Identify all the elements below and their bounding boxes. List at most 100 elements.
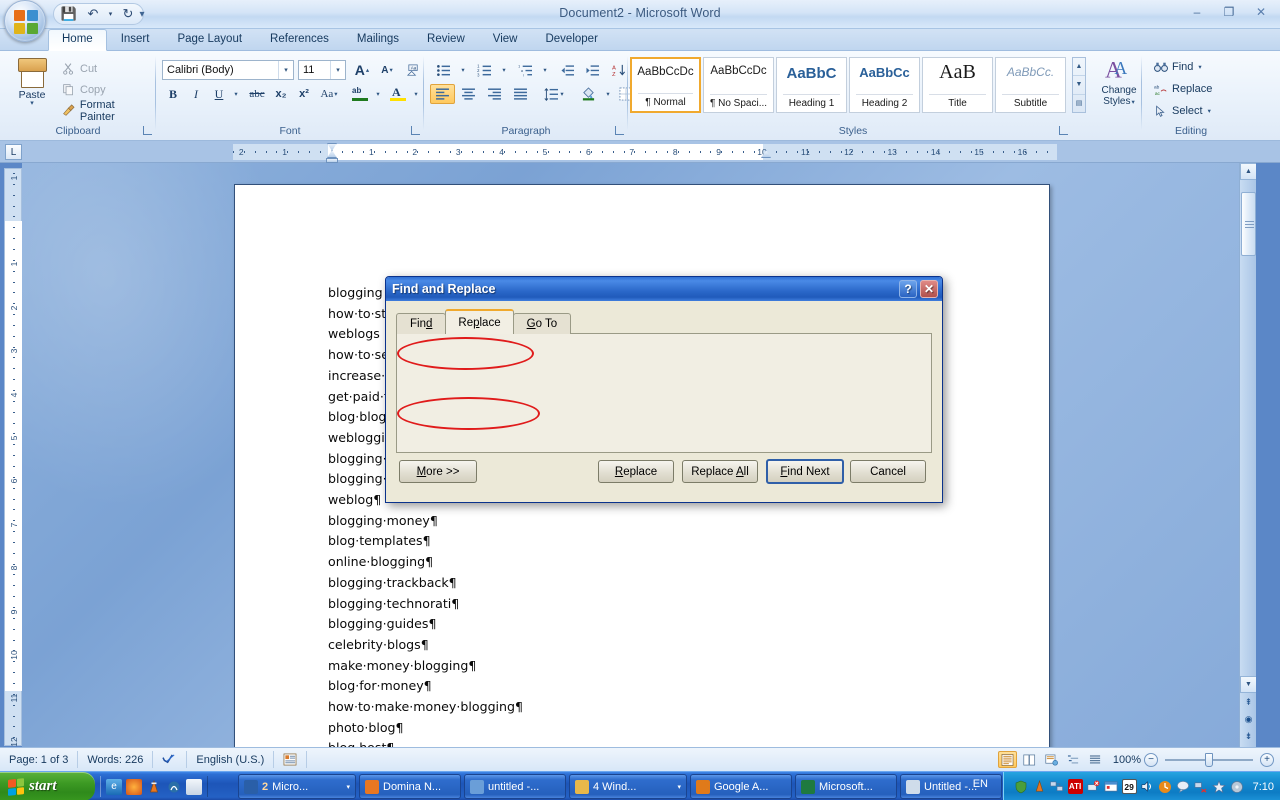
style-item-title[interactable]: AaB Title: [922, 57, 993, 113]
view-full-screen-reading-button[interactable]: [1020, 751, 1039, 768]
cut-button[interactable]: Cut: [58, 59, 101, 78]
style-item-heading-2[interactable]: AaBbCc Heading 2: [849, 57, 920, 113]
document-line[interactable]: blog·templates¶: [328, 531, 978, 552]
replace-dialog-button[interactable]: Replace: [598, 460, 674, 483]
dialog-help-button[interactable]: ?: [899, 280, 917, 298]
document-line[interactable]: blogging·guides¶: [328, 614, 978, 635]
styles-scroll-up-icon[interactable]: ▲: [1073, 58, 1085, 77]
taskbar-button[interactable]: untitled -...: [464, 774, 566, 799]
messenger-icon[interactable]: [1176, 779, 1191, 794]
align-right-button[interactable]: [482, 84, 507, 104]
style-item-subtitle[interactable]: AaBbCc. Subtitle: [995, 57, 1066, 113]
office-button[interactable]: [4, 0, 46, 42]
underline-dropdown[interactable]: ▾: [230, 84, 241, 104]
document-line[interactable]: blogging·trackback¶: [328, 573, 978, 594]
style-item-heading-1[interactable]: AaBbC Heading 1: [776, 57, 847, 113]
ribbon-tab-page-layout[interactable]: Page Layout: [163, 29, 256, 51]
updates-icon[interactable]: [1158, 779, 1173, 794]
strikethrough-button[interactable]: abc: [245, 84, 269, 104]
language-indicator[interactable]: English (U.S.): [187, 751, 275, 768]
align-center-button[interactable]: [456, 84, 481, 104]
bullets-dropdown[interactable]: ▾: [457, 60, 468, 80]
replace-button[interactable]: ab ac Replace: [1150, 79, 1216, 99]
find-next-button[interactable]: Find Next: [766, 459, 844, 484]
ribbon-tab-home[interactable]: Home: [48, 29, 107, 51]
word-count[interactable]: Words: 226: [78, 751, 154, 768]
ie-icon[interactable]: e: [106, 778, 122, 795]
underline-button[interactable]: U: [208, 84, 230, 104]
numbering-button[interactable]: 123: [471, 60, 497, 80]
numbering-dropdown[interactable]: ▾: [498, 60, 509, 80]
find-and-replace-dialog[interactable]: Find and Replace ? ✕ FindReplaceGo To Fi…: [385, 276, 943, 503]
previous-page-button[interactable]: ⇞: [1240, 694, 1256, 711]
network-disconnected-icon[interactable]: [1194, 779, 1209, 794]
styles-dialog-launcher[interactable]: [1057, 124, 1069, 136]
font-size-combo[interactable]: 11 ▾: [298, 60, 346, 80]
ribbon-tab-review[interactable]: Review: [413, 29, 479, 51]
notepad-icon[interactable]: [186, 778, 202, 795]
safely-remove-icon[interactable]: [1086, 779, 1101, 794]
font-family-combo[interactable]: Calibri (Body) ▾: [162, 60, 294, 80]
macro-recording-button[interactable]: [274, 751, 308, 768]
zoom-level[interactable]: 100%: [1113, 754, 1141, 766]
styles-scroll-down-icon[interactable]: ▼: [1073, 76, 1085, 95]
format-painter-button[interactable]: Format Painter: [58, 99, 156, 123]
dialog-title-bar[interactable]: Find and Replace ? ✕: [386, 277, 942, 301]
horizontal-ruler[interactable]: L 2 1 1 2 3 4 5 6 7 8 9 10 11 12 13 14 15 16: [0, 141, 1280, 163]
zoom-in-button[interactable]: +: [1260, 752, 1274, 767]
scrollbar-thumb[interactable]: [1241, 192, 1256, 256]
grow-font-button[interactable]: A ▴: [350, 60, 374, 80]
select-browse-object-small[interactable]: ◉: [1240, 711, 1256, 728]
shading-button[interactable]: [575, 84, 601, 104]
font-color-button[interactable]: A: [386, 84, 410, 104]
document-line[interactable]: blog·for·money¶: [328, 676, 978, 697]
close-button[interactable]: ✕: [1248, 3, 1274, 21]
taskbar-button[interactable]: Microsoft...: [795, 774, 897, 799]
select-button[interactable]: Select ▾: [1150, 101, 1215, 121]
clipboard-dialog-launcher[interactable]: [141, 124, 153, 136]
restore-button[interactable]: ❐: [1216, 3, 1242, 21]
multilevel-list-button[interactable]: 1ai: [512, 60, 538, 80]
dialog-tab-replace[interactable]: Re p lace: [445, 309, 514, 334]
highlight-dropdown[interactable]: ▾: [372, 84, 383, 104]
dialog-tab-go-to[interactable]: Go To: [512, 313, 572, 334]
document-line[interactable]: make·money·blogging¶: [328, 656, 978, 677]
view-print-layout-button[interactable]: [997, 751, 1017, 768]
paste-button[interactable]: Paste ▾: [10, 56, 54, 118]
next-page-button[interactable]: ⇟: [1240, 728, 1256, 745]
vertical-scrollbar[interactable]: ▲ ▼ ⇞ ◉ ⇟: [1239, 163, 1256, 747]
minimize-button[interactable]: –: [1184, 3, 1210, 21]
star-icon[interactable]: [1212, 779, 1227, 794]
scroll-up-button[interactable]: ▲: [1240, 163, 1256, 180]
superscript-button[interactable]: x²: [293, 84, 315, 104]
view-draft-button[interactable]: [1086, 751, 1105, 768]
change-styles-button[interactable]: A A Change Styles▾: [1092, 57, 1146, 115]
calendar-icon[interactable]: [1104, 779, 1119, 794]
page-indicator[interactable]: Page: 1 of 3: [0, 751, 79, 768]
horizontal-ruler-track[interactable]: 2 1 1 2 3 4 5 6 7 8 9 10 11 12 13 14 15 16: [233, 144, 1057, 160]
zoom-out-button[interactable]: −: [1144, 752, 1158, 767]
document-line[interactable]: blogging·money¶: [328, 511, 978, 532]
shrink-font-button[interactable]: A ▾: [375, 60, 399, 80]
bullets-button[interactable]: [430, 60, 456, 80]
taskbar-group-arrow-icon[interactable]: ▾: [346, 783, 350, 791]
taskbar-button[interactable]: Domina N...: [359, 774, 461, 799]
ribbon-tab-references[interactable]: References: [256, 29, 343, 51]
view-outline-button[interactable]: [1064, 751, 1083, 768]
chevron-down-icon[interactable]: ▾: [278, 61, 293, 79]
clear-formatting-button[interactable]: Aa: [402, 60, 424, 80]
justify-button[interactable]: [508, 84, 533, 104]
shading-dropdown[interactable]: ▾: [602, 84, 613, 104]
ribbon-tab-developer[interactable]: Developer: [531, 29, 611, 51]
document-line[interactable]: how·to·make·money·blogging¶: [328, 697, 978, 718]
chevron-down-icon[interactable]: ▾: [330, 61, 345, 79]
decrease-indent-button[interactable]: [555, 60, 579, 80]
ribbon-tab-insert[interactable]: Insert: [107, 29, 164, 51]
ati-icon[interactable]: ATI: [1067, 779, 1083, 794]
zoom-slider-thumb[interactable]: [1205, 752, 1213, 767]
more-button[interactable]: More >>: [399, 460, 477, 483]
network-icon[interactable]: [1050, 779, 1065, 794]
vertical-ruler[interactable]: 1 1 2 3 4 5 6 7 8 9 10 11 12: [4, 168, 23, 747]
clock[interactable]: 7:10: [1253, 781, 1274, 793]
date-29-icon[interactable]: 29: [1121, 779, 1137, 794]
